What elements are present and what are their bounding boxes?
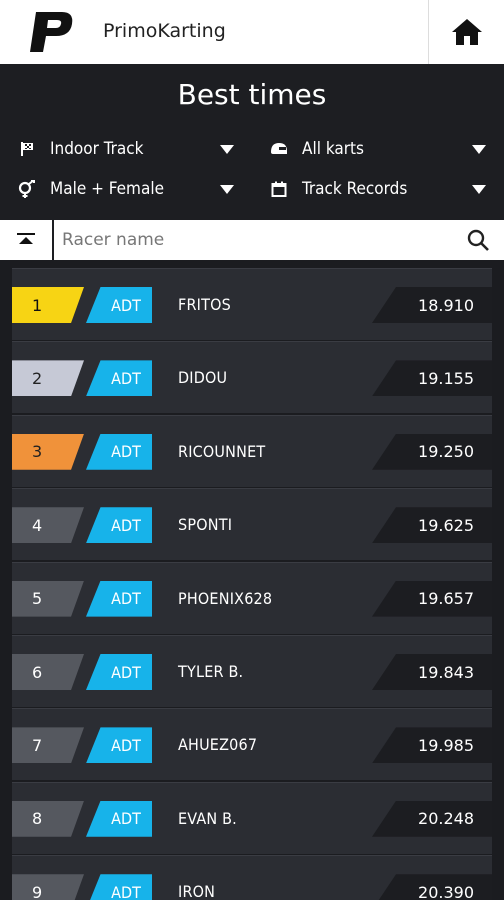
home-button[interactable] xyxy=(428,0,504,64)
primokarting-logo-icon[interactable] xyxy=(26,8,76,56)
rank-badge: 1 xyxy=(12,287,84,323)
team-tag: ADT xyxy=(86,580,152,617)
racer-name: EVAN B. xyxy=(178,808,237,828)
chevron-down-icon xyxy=(220,184,234,194)
team-tag: ADT xyxy=(86,800,152,837)
team-tag: ADT xyxy=(86,727,152,764)
lap-time: 19.625 xyxy=(372,507,492,544)
chevron-down-icon xyxy=(220,144,234,154)
lap-time: 19.155 xyxy=(372,360,492,397)
gender-filter-label: Male + Female xyxy=(50,179,164,199)
lap-time: 19.657 xyxy=(372,580,492,617)
rank-badge: 3 xyxy=(12,433,84,470)
lap-time: 20.390 xyxy=(372,874,492,900)
lap-time: 19.250 xyxy=(372,433,492,470)
track-filter-label: Indoor Track xyxy=(50,139,144,159)
lap-time: 19.985 xyxy=(372,727,492,764)
rank-badge: 8 xyxy=(12,800,84,837)
racer-name: AHUEZ067 xyxy=(178,735,258,755)
table-row[interactable]: 2 ADT DIDOU 19.155 xyxy=(12,341,492,414)
flag-icon xyxy=(16,140,38,158)
racer-name: FRITOS xyxy=(178,295,231,314)
search-bar xyxy=(0,220,504,260)
racer-name: RICOUNNET xyxy=(178,441,266,461)
calendar-icon xyxy=(268,180,290,198)
table-row[interactable]: 4 ADT SPONTI 19.625 xyxy=(12,488,492,561)
rank-badge: 9 xyxy=(12,874,84,900)
team-tag: ADT xyxy=(86,433,152,470)
chevron-down-icon xyxy=(472,144,486,154)
team-tag: ADT xyxy=(86,654,152,690)
table-row[interactable]: 8 ADT EVAN B. 20.248 xyxy=(12,781,492,854)
table-row[interactable]: 7 ADT AHUEZ067 19.985 xyxy=(12,708,492,781)
app-bar: PrimoKarting xyxy=(0,0,504,64)
racer-name: SPONTI xyxy=(178,515,233,535)
kart-filter-dropdown[interactable]: All karts xyxy=(268,132,486,166)
table-row[interactable]: 5 ADT PHOENIX628 19.657 xyxy=(12,561,492,634)
search-icon[interactable] xyxy=(466,228,490,252)
table-row[interactable]: 1 ADT FRITOS 18.910 xyxy=(12,268,492,340)
collapse-up-icon xyxy=(17,233,35,244)
kart-filter-label: All karts xyxy=(302,139,364,159)
track-filter-dropdown[interactable]: Indoor Track xyxy=(16,132,234,166)
lap-time: 18.910 xyxy=(372,287,492,323)
gender-filter-dropdown[interactable]: Male + Female xyxy=(16,172,234,206)
table-row[interactable]: 6 ADT TYLER B. 19.843 xyxy=(12,635,492,707)
rank-badge: 6 xyxy=(12,654,84,690)
racer-name: PHOENIX628 xyxy=(178,588,273,608)
home-icon xyxy=(451,19,482,45)
team-tag: ADT xyxy=(86,507,152,544)
collapse-filters-button[interactable] xyxy=(0,220,54,260)
rank-badge: 2 xyxy=(12,360,84,397)
rank-badge: 5 xyxy=(12,580,84,617)
racer-name: IRON xyxy=(178,882,216,900)
records-filter-dropdown[interactable]: Track Records xyxy=(268,172,486,206)
team-tag: ADT xyxy=(86,287,152,323)
filter-panel: Best times Indoor Track All karts Male +… xyxy=(0,64,504,220)
results-list[interactable]: 1 ADT FRITOS 18.910 2 ADT DIDOU 19.155 3 ADT RICOU… xyxy=(12,268,492,900)
rank-badge: 7 xyxy=(12,727,84,764)
team-tag: ADT xyxy=(86,874,152,900)
records-filter-label: Track Records xyxy=(302,179,408,199)
helmet-icon xyxy=(268,140,290,158)
racer-name: DIDOU xyxy=(178,368,228,388)
lap-time: 20.248 xyxy=(372,800,492,837)
table-row[interactable]: 3 ADT RICOUNNET 19.250 xyxy=(12,414,492,487)
chevron-down-icon xyxy=(472,184,486,194)
gender-icon xyxy=(16,180,38,198)
page-title: Best times xyxy=(177,78,327,111)
table-row[interactable]: 9 ADT IRON 20.390 xyxy=(12,855,492,900)
team-tag: ADT xyxy=(86,360,152,397)
racer-name-search-input[interactable] xyxy=(62,226,442,254)
racer-name: TYLER B. xyxy=(178,662,244,681)
app-title: PrimoKarting xyxy=(103,20,226,42)
rank-badge: 4 xyxy=(12,507,84,544)
lap-time: 19.843 xyxy=(372,654,492,690)
